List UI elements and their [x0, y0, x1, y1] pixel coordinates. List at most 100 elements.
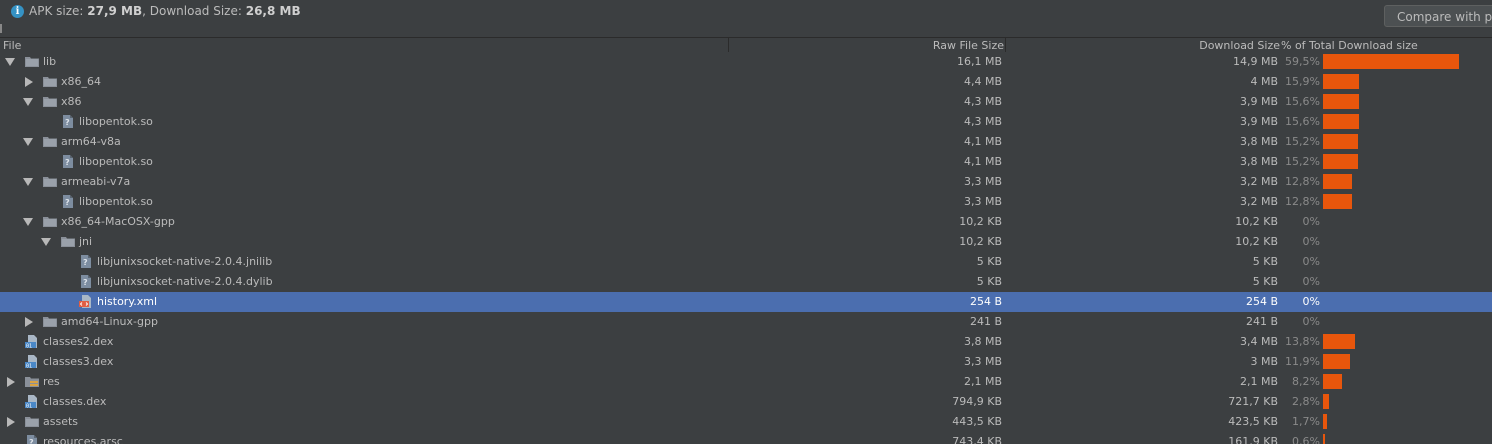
table-row[interactable]: x86_64 4,4 MB 4 MB 15,9%: [0, 72, 1492, 92]
table-row[interactable]: armeabi-v7a 3,3 MB 3,2 MB 12,8%: [0, 172, 1492, 192]
table-row[interactable]: jni 10,2 KB 10,2 KB 0%: [0, 232, 1492, 252]
chevron-down-icon[interactable]: [23, 138, 33, 146]
table-row[interactable]: assets 443,5 KB 423,5 KB 1,7%: [0, 412, 1492, 432]
raw-file-size: 4,1 MB: [963, 155, 1002, 168]
folder-icon: [43, 95, 57, 108]
table-row[interactable]: amd64-Linux-gpp 241 B 241 B 0%: [0, 312, 1492, 332]
table-row[interactable]: ? libjunixsocket-native-2.0.4.jnilib 5 KB 5…: [0, 252, 1492, 272]
download-percent: 15,6%: [1285, 95, 1320, 108]
download-share-bar: [1323, 154, 1358, 169]
download-size: 423,5 KB: [1228, 415, 1278, 428]
column-divider[interactable]: [728, 38, 729, 53]
folder-icon: [25, 415, 39, 428]
file-name: libjunixsocket-native-2.0.4.dylib: [97, 275, 273, 288]
compare-with-previous-button[interactable]: Compare with pre: [1384, 5, 1492, 27]
chevron-down-icon[interactable]: [41, 238, 51, 246]
unknown-file-icon: ?: [61, 155, 75, 168]
download-percent: 12,8%: [1285, 195, 1320, 208]
table-row[interactable]: 01 classes.dex 794,9 KB 721,7 KB 2,8%: [0, 392, 1492, 412]
table-row[interactable]: history.xml 254 B 254 B 0%: [0, 292, 1492, 312]
download-size: 10,2 KB: [1235, 215, 1278, 228]
download-percent: 15,9%: [1285, 75, 1320, 88]
raw-file-size: 4,3 MB: [963, 115, 1002, 128]
chevron-down-icon[interactable]: [23, 178, 33, 186]
download-size: 161,9 KB: [1228, 435, 1278, 444]
table-row[interactable]: lib 16,1 MB 14,9 MB 59,5%: [0, 52, 1492, 72]
download-percent: 0%: [1302, 295, 1320, 308]
download-percent: 59,5%: [1285, 55, 1320, 68]
column-header-download-size[interactable]: Download Size: [1080, 38, 1280, 53]
file-name: jni: [79, 235, 93, 248]
svg-text:?: ?: [65, 198, 70, 207]
folder-icon: [43, 75, 57, 88]
table-row[interactable]: x86_64-MacOSX-gpp 10,2 KB 10,2 KB 0%: [0, 212, 1492, 232]
chevron-down-icon[interactable]: [23, 218, 33, 226]
download-share-bar: [1323, 174, 1352, 189]
svg-text:01: 01: [26, 363, 32, 368]
chevron-right-icon[interactable]: [25, 77, 33, 87]
download-size: 3,2 MB: [1239, 175, 1278, 188]
download-percent: 15,2%: [1285, 155, 1320, 168]
folder-icon: [43, 215, 57, 228]
file-name: arm64-v8a: [61, 135, 121, 148]
raw-file-size: 16,1 MB: [956, 55, 1002, 68]
download-percent: 11,9%: [1285, 355, 1320, 368]
table-row[interactable]: 01 classes3.dex 3,3 MB 3 MB 11,9%: [0, 352, 1492, 372]
chevron-down-icon[interactable]: [23, 98, 33, 106]
raw-file-size: 5 KB: [976, 275, 1002, 288]
chevron-down-icon[interactable]: [5, 58, 15, 66]
table-row[interactable]: ? libopentok.so 3,3 MB 3,2 MB 12,8%: [0, 192, 1492, 212]
file-name: libopentok.so: [79, 155, 153, 168]
table-row[interactable]: ? libopentok.so 4,1 MB 3,8 MB 15,2%: [0, 152, 1492, 172]
download-share-bar: [1323, 354, 1350, 369]
table-row[interactable]: x86 4,3 MB 3,9 MB 15,6%: [0, 92, 1492, 112]
chevron-right-icon[interactable]: [25, 317, 33, 327]
download-share-bar: [1323, 54, 1459, 69]
table-row[interactable]: ? libjunixsocket-native-2.0.4.dylib 5 KB 5 …: [0, 272, 1492, 292]
download-percent: 12,8%: [1285, 175, 1320, 188]
column-header-percent[interactable]: % of Total Download size: [1281, 38, 1418, 53]
column-header-raw-size[interactable]: Raw File Size: [800, 38, 1004, 53]
chevron-right-icon[interactable]: [7, 377, 15, 387]
raw-file-size: 4,3 MB: [963, 95, 1002, 108]
table-row[interactable]: arm64-v8a 4,1 MB 3,8 MB 15,2%: [0, 132, 1492, 152]
svg-text:?: ?: [83, 258, 88, 267]
download-share-bar: [1323, 394, 1329, 409]
chevron-right-icon[interactable]: [7, 417, 15, 427]
dex-file-icon: 01: [25, 335, 39, 349]
apk-summary: APK size: 27,9 MB, Download Size: 26,8 M…: [29, 4, 301, 18]
table-row[interactable]: 01 classes2.dex 3,8 MB 3,4 MB 13,8%: [0, 332, 1492, 352]
table-row[interactable]: res 2,1 MB 2,1 MB 8,2%: [0, 372, 1492, 392]
table-row[interactable]: ? libopentok.so 4,3 MB 3,9 MB 15,6%: [0, 112, 1492, 132]
download-percent: 15,6%: [1285, 115, 1320, 128]
raw-file-size: 4,4 MB: [963, 75, 1002, 88]
raw-file-size: 3,3 MB: [963, 195, 1002, 208]
download-share-bar: [1323, 434, 1325, 444]
unknown-file-icon: ?: [61, 115, 75, 128]
unknown-file-icon: ?: [79, 255, 93, 268]
file-name: x86_64: [61, 75, 102, 88]
download-size: 4 MB: [1250, 75, 1278, 88]
column-divider[interactable]: [1005, 38, 1006, 53]
download-size: 254 B: [1245, 295, 1278, 308]
svg-text:?: ?: [65, 158, 70, 167]
download-percent: 0%: [1302, 235, 1320, 248]
file-name: x86_64-MacOSX-gpp: [61, 215, 175, 228]
download-percent: 0%: [1302, 315, 1320, 328]
file-name: amd64-Linux-gpp: [61, 315, 158, 328]
raw-file-size: 794,9 KB: [952, 395, 1002, 408]
file-name: classes.dex: [43, 395, 107, 408]
download-share-bar: [1323, 114, 1359, 129]
unknown-file-icon: ?: [61, 195, 75, 208]
download-percent: 0,6%: [1292, 435, 1320, 444]
download-percent: 1,7%: [1292, 415, 1320, 428]
file-name: classes3.dex: [43, 355, 114, 368]
table-row[interactable]: ? resources.arsc 743,4 KB 161,9 KB 0,6%: [0, 432, 1492, 444]
column-header-file[interactable]: File: [3, 38, 21, 53]
file-tree-table: lib 16,1 MB 14,9 MB 59,5% x86_64 4,4 MB 4 MB 15…: [0, 52, 1492, 444]
download-percent: 0%: [1302, 215, 1320, 228]
svg-text:?: ?: [29, 438, 34, 444]
download-percent: 0%: [1302, 275, 1320, 288]
window-edge: [0, 24, 2, 33]
raw-file-size: 4,1 MB: [963, 135, 1002, 148]
